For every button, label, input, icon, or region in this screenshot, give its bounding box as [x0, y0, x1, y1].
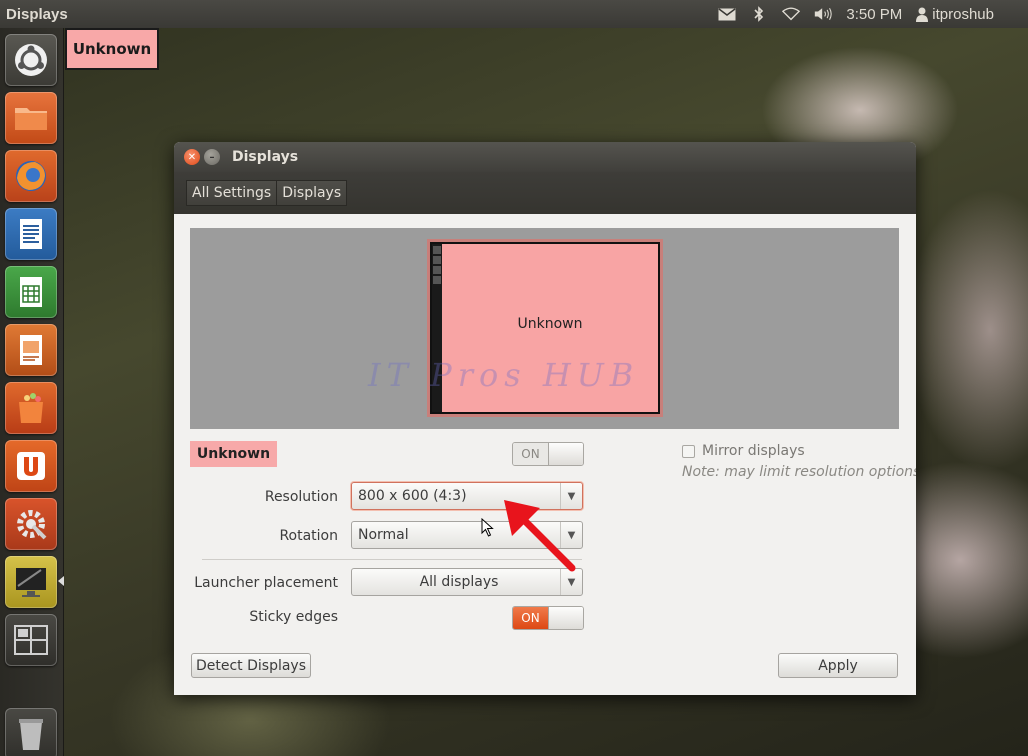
- breadcrumb-displays[interactable]: Displays: [277, 180, 348, 206]
- apply-button[interactable]: Apply: [778, 653, 898, 678]
- workspace-icon: [14, 625, 48, 655]
- launcher-placement-label: Launcher placement: [194, 575, 338, 591]
- mirror-displays-checkbox[interactable]: Mirror displays: [682, 443, 805, 459]
- annotation-arrow: [504, 500, 576, 572]
- launcher-item-workspace-switcher[interactable]: [5, 614, 57, 666]
- shopping-bag-icon: [19, 393, 43, 423]
- spreadsheet-icon: [20, 277, 42, 307]
- launcher-item-system-settings[interactable]: [5, 498, 57, 550]
- launcher-item-files[interactable]: [5, 92, 57, 144]
- firefox-icon: [16, 161, 46, 191]
- indicator-area: 3:50 PM itproshub: [718, 6, 1028, 23]
- monitor-on-off-switch[interactable]: ON: [512, 442, 584, 466]
- mirror-displays-label: Mirror displays: [702, 443, 805, 459]
- settings-toolbar: All Settings Displays: [174, 172, 916, 214]
- presentation-icon: [20, 335, 42, 365]
- document-icon: [20, 219, 42, 249]
- rotation-label: Rotation: [279, 528, 338, 544]
- user-icon: [916, 7, 929, 22]
- display-name-tag: Unknown: [190, 441, 277, 467]
- resolution-label: Resolution: [264, 489, 338, 505]
- launcher-item-ubuntu-one[interactable]: [5, 440, 57, 492]
- window-titlebar[interactable]: ✕ – Displays: [174, 142, 916, 172]
- displays-window: ✕ – Displays All Settings Displays Unkno…: [174, 142, 916, 695]
- display-identify-label: Unknown: [65, 28, 159, 70]
- checkbox-box[interactable]: [682, 444, 695, 458]
- detect-displays-button[interactable]: Detect Displays: [191, 653, 311, 678]
- bluetooth-icon[interactable]: [750, 6, 768, 22]
- launcher-item-firefox[interactable]: [5, 150, 57, 202]
- launcher-item-writer[interactable]: [5, 208, 57, 260]
- launcher-item-software-center[interactable]: [5, 382, 57, 434]
- sticky-edges-label: Sticky edges: [249, 609, 338, 625]
- wifi-icon[interactable]: [782, 6, 801, 22]
- launcher-placement-value: All displays: [419, 574, 499, 590]
- mail-icon[interactable]: [718, 6, 736, 22]
- launcher-item-trash[interactable]: [5, 708, 57, 756]
- launcher-item-displays[interactable]: [5, 556, 57, 608]
- close-button[interactable]: ✕: [184, 149, 200, 165]
- monitor-preview-label: Unknown: [517, 316, 583, 332]
- folder-icon: [15, 108, 47, 130]
- user-name: itproshub: [932, 5, 994, 23]
- minimize-icon: –: [209, 151, 215, 163]
- mouse-cursor-icon: [481, 518, 494, 537]
- switch-knob: [547, 607, 583, 629]
- volume-icon[interactable]: [814, 6, 833, 22]
- sticky-edges-switch[interactable]: ON: [512, 606, 584, 630]
- ubuntu-one-icon: [17, 452, 45, 480]
- top-panel: Displays 3:50 PM itproshub: [0, 0, 1028, 28]
- monitor-arrangement-area[interactable]: Unknown IT Pros HUB: [190, 228, 899, 429]
- switch-knob: [547, 443, 583, 465]
- switch-label: ON: [513, 607, 548, 629]
- launcher: [0, 28, 64, 756]
- launcher-item-dash[interactable]: [5, 34, 57, 86]
- trash-icon: [19, 719, 43, 750]
- minimize-button[interactable]: –: [204, 149, 220, 165]
- displays-panel: Unknown IT Pros HUB Unknown ON Mirror di…: [190, 228, 916, 683]
- mirror-displays-note: Note: may limit resolution options: [682, 464, 916, 480]
- clock[interactable]: 3:50 PM: [846, 6, 902, 23]
- window-title: Displays: [232, 149, 299, 165]
- active-app-title: Displays: [6, 5, 68, 23]
- switch-label: ON: [513, 443, 548, 465]
- launcher-item-calc[interactable]: [5, 266, 57, 318]
- watermark: IT Pros HUB: [368, 356, 640, 394]
- launcher-item-impress[interactable]: [5, 324, 57, 376]
- monitor-icon: [16, 568, 46, 597]
- gear-wrench-icon: [17, 510, 47, 540]
- active-app-indicator: [58, 576, 64, 586]
- breadcrumb-all-settings[interactable]: All Settings: [186, 180, 278, 206]
- ubuntu-logo-icon: [15, 44, 47, 76]
- user-menu[interactable]: itproshub: [916, 6, 994, 23]
- close-icon: ✕: [187, 151, 197, 163]
